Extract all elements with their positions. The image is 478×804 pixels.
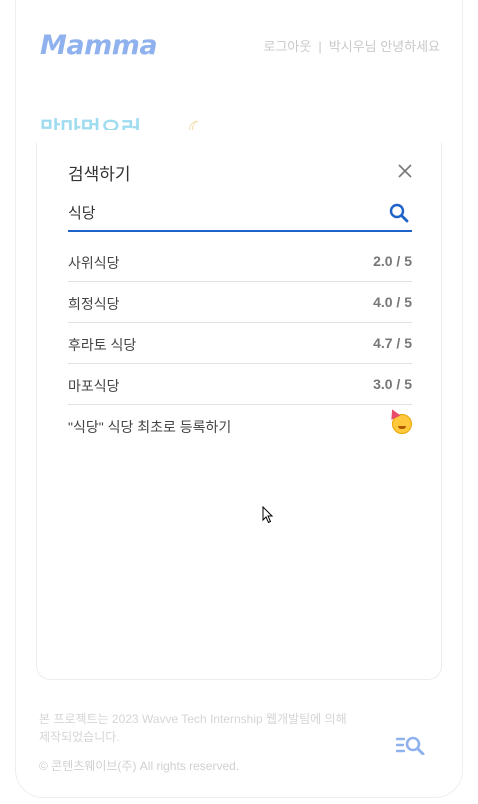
register-restaurant-item[interactable]: "식당" 식당 최초로 등록하기 bbox=[68, 405, 412, 445]
user-name[interactable]: 박시우 bbox=[329, 39, 365, 54]
hero-text: 맘마먹으러 bbox=[40, 117, 142, 130]
result-score: 4.7 / 5 bbox=[373, 335, 412, 351]
top-links: 로그아웃 | 박시우님 안녕하세요 bbox=[264, 36, 441, 55]
mouse-cursor-icon bbox=[262, 506, 274, 524]
search-modal: 검색하기 사위식당 2.0 / 5 희정식당 4.0 / 5 후라토 식당 4.… bbox=[36, 143, 442, 680]
result-name: 사위식당 bbox=[68, 255, 120, 271]
close-button[interactable] bbox=[394, 160, 416, 182]
search-list-icon bbox=[395, 736, 425, 756]
logo[interactable]: Mamma bbox=[40, 30, 158, 61]
result-score: 4.0 / 5 bbox=[373, 294, 412, 310]
footer-line-1: 본 프로젝트는 2023 Wavve Tech Internship 웹개발팀에… bbox=[39, 712, 347, 726]
modal-title: 검색하기 bbox=[68, 165, 131, 184]
result-score: 2.0 / 5 bbox=[373, 253, 412, 269]
greeting-text: 님 안녕하세요 bbox=[364, 39, 440, 54]
result-item[interactable]: 희정식당 4.0 / 5 bbox=[68, 282, 412, 323]
search-input[interactable] bbox=[68, 198, 368, 226]
register-label: "식당" 식당 최초로 등록하기 bbox=[68, 419, 232, 435]
result-name: 희정식당 bbox=[68, 296, 120, 312]
result-score: 3.0 / 5 bbox=[373, 376, 412, 392]
results-list: 사위식당 2.0 / 5 희정식당 4.0 / 5 후라토 식당 4.7 / 5… bbox=[68, 241, 412, 445]
link-separator: | bbox=[318, 39, 322, 54]
hero-heading: 맘마먹으러 ☾ bbox=[40, 112, 207, 130]
result-item[interactable]: 마포식당 3.0 / 5 bbox=[68, 364, 412, 405]
close-icon bbox=[398, 164, 412, 178]
search-list-button[interactable] bbox=[395, 735, 426, 756]
moon-icon: ☾ bbox=[187, 117, 207, 130]
result-item[interactable]: 사위식당 2.0 / 5 bbox=[68, 241, 412, 282]
search-field bbox=[68, 198, 412, 232]
search-icon bbox=[389, 203, 409, 223]
result-name: 후라토 식당 bbox=[68, 337, 137, 353]
result-item[interactable]: 후라토 식당 4.7 / 5 bbox=[68, 323, 412, 364]
result-name: 마포식당 bbox=[68, 378, 120, 394]
footer-notice: 본 프로젝트는 2023 Wavve Tech Internship 웹개발팀에… bbox=[39, 710, 359, 746]
partying-face-icon bbox=[392, 414, 412, 434]
header: Mamma 로그아웃 | 박시우님 안녕하세요 bbox=[40, 30, 441, 61]
footer-line-2: 제작되었습니다. bbox=[39, 730, 120, 744]
search-button[interactable] bbox=[388, 202, 410, 224]
copyright: © 콘텐츠웨이브(주) All rights reserved. bbox=[39, 759, 240, 773]
logout-link[interactable]: 로그아웃 bbox=[264, 39, 312, 54]
